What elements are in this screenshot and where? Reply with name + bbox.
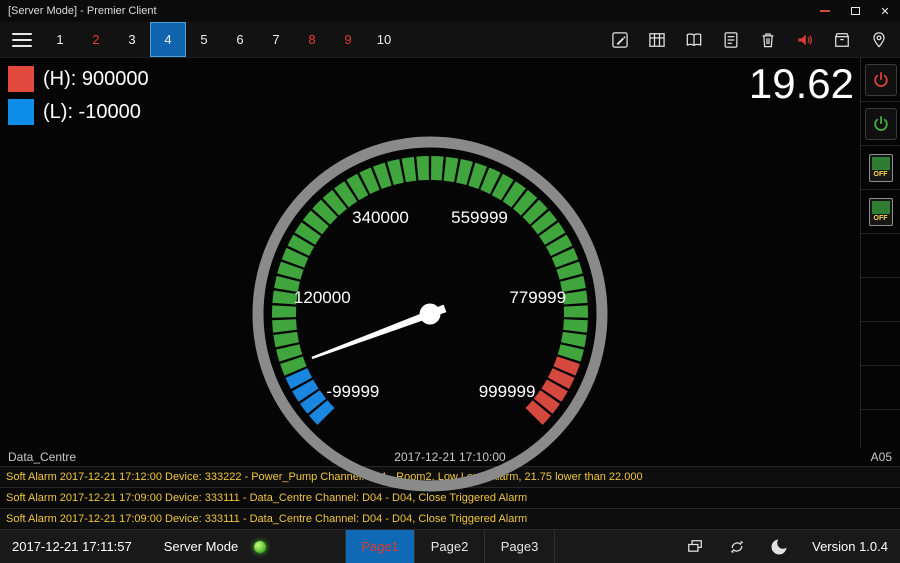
panel-cell <box>861 410 900 448</box>
server-mode-label: Server Mode <box>164 539 238 554</box>
svg-text:779999: 779999 <box>509 288 566 307</box>
grid-icon <box>647 30 667 50</box>
maximize-icon <box>851 7 860 15</box>
panel-cell <box>861 234 900 278</box>
legend-low-row: (L): -10000 <box>8 99 149 125</box>
low-label: (L): -10000 <box>43 101 141 124</box>
location-icon <box>869 30 889 50</box>
edit-button[interactable] <box>609 29 631 51</box>
page-tab-4[interactable]: 4 <box>150 22 186 57</box>
note-icon <box>721 30 741 50</box>
channel-code: A05 <box>871 450 892 464</box>
panel-cell <box>861 366 900 410</box>
toolbar: 12345678910 <box>0 22 900 58</box>
status-timestamp: 2017-12-21 17:11:57 <box>12 539 132 554</box>
moon-button[interactable] <box>768 536 790 558</box>
svg-text:340000: 340000 <box>352 208 409 227</box>
current-value: 19.62 <box>749 60 854 108</box>
close-icon: ✕ <box>880 5 889 18</box>
toolbar-actions <box>609 29 890 51</box>
svg-text:999999: 999999 <box>479 382 536 401</box>
svg-text:120000: 120000 <box>294 288 351 307</box>
trash-button[interactable] <box>757 29 779 51</box>
panel-cell <box>861 278 900 322</box>
power-icon <box>871 70 891 90</box>
speaker-icon <box>795 30 815 50</box>
version-label: Version 1.0.4 <box>812 539 888 554</box>
window-title: [Server Mode] - Premier Client <box>8 5 157 17</box>
svg-text:559999: 559999 <box>451 208 508 227</box>
low-swatch <box>8 99 34 125</box>
grid-button[interactable] <box>646 29 668 51</box>
edit-icon <box>610 30 630 50</box>
cascade-icon <box>685 537 705 557</box>
high-label: (H): 900000 <box>43 68 149 91</box>
menu-icon[interactable] <box>10 29 34 51</box>
app-window: [Server Mode] - Premier Client ✕ 1234567… <box>0 0 900 563</box>
status-page-tab-page2[interactable]: Page2 <box>415 530 485 563</box>
page-tab-8[interactable]: 8 <box>294 22 330 57</box>
status-indicator <box>254 541 266 553</box>
chart-timestamp: 2017-12-21 17:10:00 <box>394 450 505 464</box>
book-icon <box>684 30 704 50</box>
toggle-switch-1[interactable]: OFF <box>861 146 900 190</box>
page-tab-6[interactable]: 6 <box>222 22 258 57</box>
legend-high-row: (H): 900000 <box>8 66 149 92</box>
book-button[interactable] <box>683 29 705 51</box>
minimize-button[interactable] <box>810 0 840 22</box>
note-button[interactable] <box>720 29 742 51</box>
status-pages: Page1Page2Page3 <box>345 530 555 563</box>
location-button[interactable] <box>868 29 890 51</box>
sync-button[interactable] <box>726 536 748 558</box>
page-tab-1[interactable]: 1 <box>42 22 78 57</box>
main-area: (H): 900000 (L): -10000 19.62 -99999 1200… <box>0 58 900 466</box>
close-button[interactable]: ✕ <box>870 0 900 22</box>
trash-icon <box>758 30 778 50</box>
power-icon <box>871 114 891 134</box>
power-off-button[interactable] <box>861 58 900 102</box>
cascade-button[interactable] <box>684 536 706 558</box>
sync-icon <box>727 537 747 557</box>
panel-cell <box>861 322 900 366</box>
status-actions <box>684 536 790 558</box>
maximize-button[interactable] <box>840 0 870 22</box>
toggle-switch-2[interactable]: OFF <box>861 190 900 234</box>
minimize-icon <box>820 10 830 12</box>
device-name: Data_Centre <box>8 450 76 464</box>
archive-icon <box>832 30 852 50</box>
page-tab-9[interactable]: 9 <box>330 22 366 57</box>
chart-footer: Data_Centre 2017-12-21 17:10:00 A05 <box>0 448 900 466</box>
page-tab-3[interactable]: 3 <box>114 22 150 57</box>
alarm-row[interactable]: Soft Alarm 2017-12-21 17:09:00 Device: 3… <box>0 508 900 529</box>
window-controls: ✕ <box>810 0 900 22</box>
status-bar: 2017-12-21 17:11:57 Server Mode Page1Pag… <box>0 529 900 563</box>
speaker-button[interactable] <box>794 29 816 51</box>
gauge: -99999 120000 340000 559999 779999 999999 <box>240 124 620 504</box>
toggle-switch-icon: OFF <box>869 154 893 182</box>
svg-text:-99999: -99999 <box>326 382 379 401</box>
power-on-button[interactable] <box>861 102 900 146</box>
gauge-legend: (H): 900000 (L): -10000 <box>8 66 149 132</box>
status-page-tab-page3[interactable]: Page3 <box>485 530 555 563</box>
status-page-tab-page1[interactable]: Page1 <box>345 530 415 563</box>
page-tabs: 12345678910 <box>42 22 402 57</box>
high-swatch <box>8 66 34 92</box>
page-tab-7[interactable]: 7 <box>258 22 294 57</box>
moon-icon <box>769 537 789 557</box>
archive-button[interactable] <box>831 29 853 51</box>
page-tab-10[interactable]: 10 <box>366 22 402 57</box>
title-bar: [Server Mode] - Premier Client ✕ <box>0 0 900 22</box>
page-tab-5[interactable]: 5 <box>186 22 222 57</box>
toggle-switch-icon: OFF <box>869 198 893 226</box>
page-tab-2[interactable]: 2 <box>78 22 114 57</box>
control-panel: OFF OFF <box>860 58 900 448</box>
